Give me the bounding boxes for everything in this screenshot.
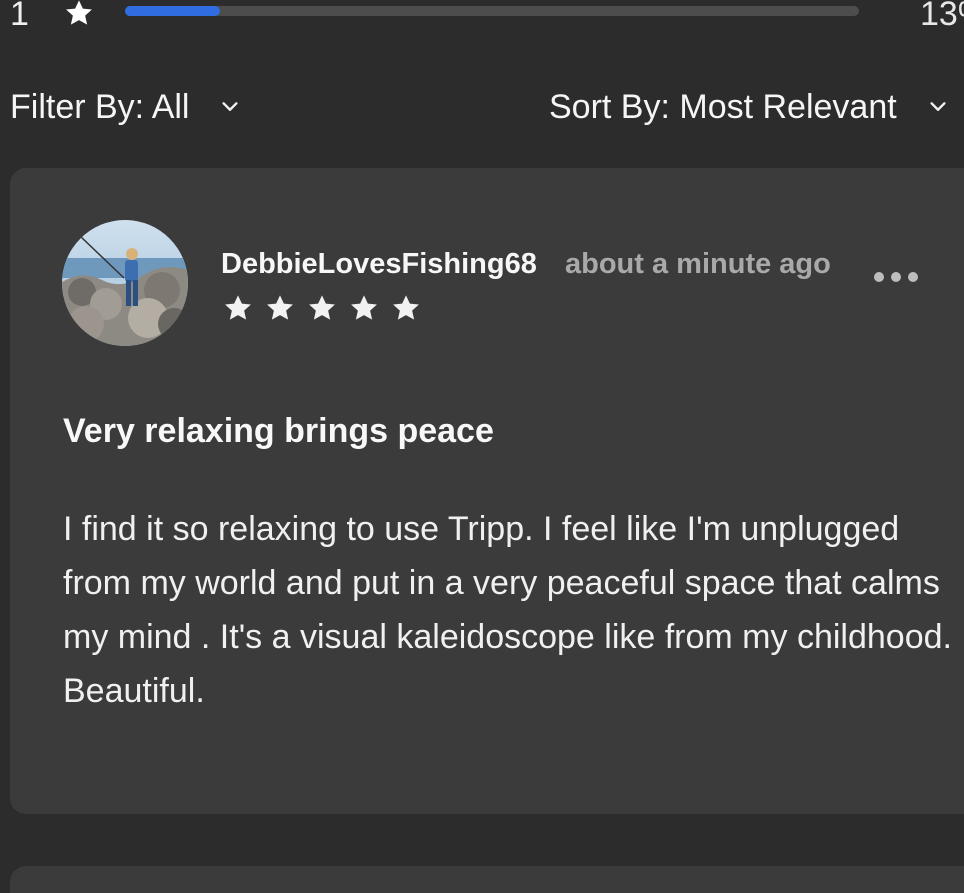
review-username[interactable]: DebbieLovesFishing68 bbox=[221, 248, 537, 281]
filter-dropdown[interactable]: Filter By: All bbox=[10, 82, 241, 132]
star-icon bbox=[309, 295, 335, 320]
star-icon bbox=[225, 295, 251, 320]
more-options-button[interactable] bbox=[874, 272, 918, 282]
star-icon bbox=[351, 295, 377, 320]
star-icon bbox=[267, 295, 293, 320]
chevron-down-icon bbox=[219, 96, 241, 118]
review-body: I find it so relaxing to use Tripp. I fe… bbox=[63, 510, 952, 710]
rating-distribution-row: 1 13% bbox=[0, 0, 964, 36]
more-icon-dot bbox=[874, 272, 884, 282]
rating-progress-bar bbox=[125, 6, 859, 16]
rating-level-label: 1 bbox=[10, 0, 29, 33]
more-icon-dot bbox=[908, 272, 918, 282]
review-star-rating bbox=[222, 292, 422, 324]
sort-dropdown[interactable]: Sort By: Most Relevant bbox=[549, 82, 949, 132]
more-icon-dot bbox=[891, 272, 901, 282]
filter-sort-bar: Filter By: All Sort By: Most Relevant bbox=[0, 82, 964, 132]
rating-progress-fill bbox=[125, 6, 221, 16]
review-card: DebbieLovesFishing68 about a minute ago … bbox=[10, 168, 964, 814]
reviews-page: 1 13% Filter By: All Sort By: Most Relev… bbox=[0, 0, 964, 893]
chevron-down-icon bbox=[927, 96, 949, 118]
star-icon bbox=[63, 0, 95, 29]
star-icon bbox=[393, 295, 419, 320]
sort-label: Sort By: Most Relevant bbox=[549, 87, 897, 126]
filter-label: Filter By: All bbox=[10, 87, 190, 126]
rating-percent: 13% bbox=[920, 0, 964, 33]
review-card-next bbox=[10, 866, 964, 893]
review-title: Very relaxing brings peace bbox=[63, 412, 494, 450]
avatar[interactable] bbox=[62, 220, 188, 346]
review-timestamp: about a minute ago bbox=[565, 248, 831, 280]
